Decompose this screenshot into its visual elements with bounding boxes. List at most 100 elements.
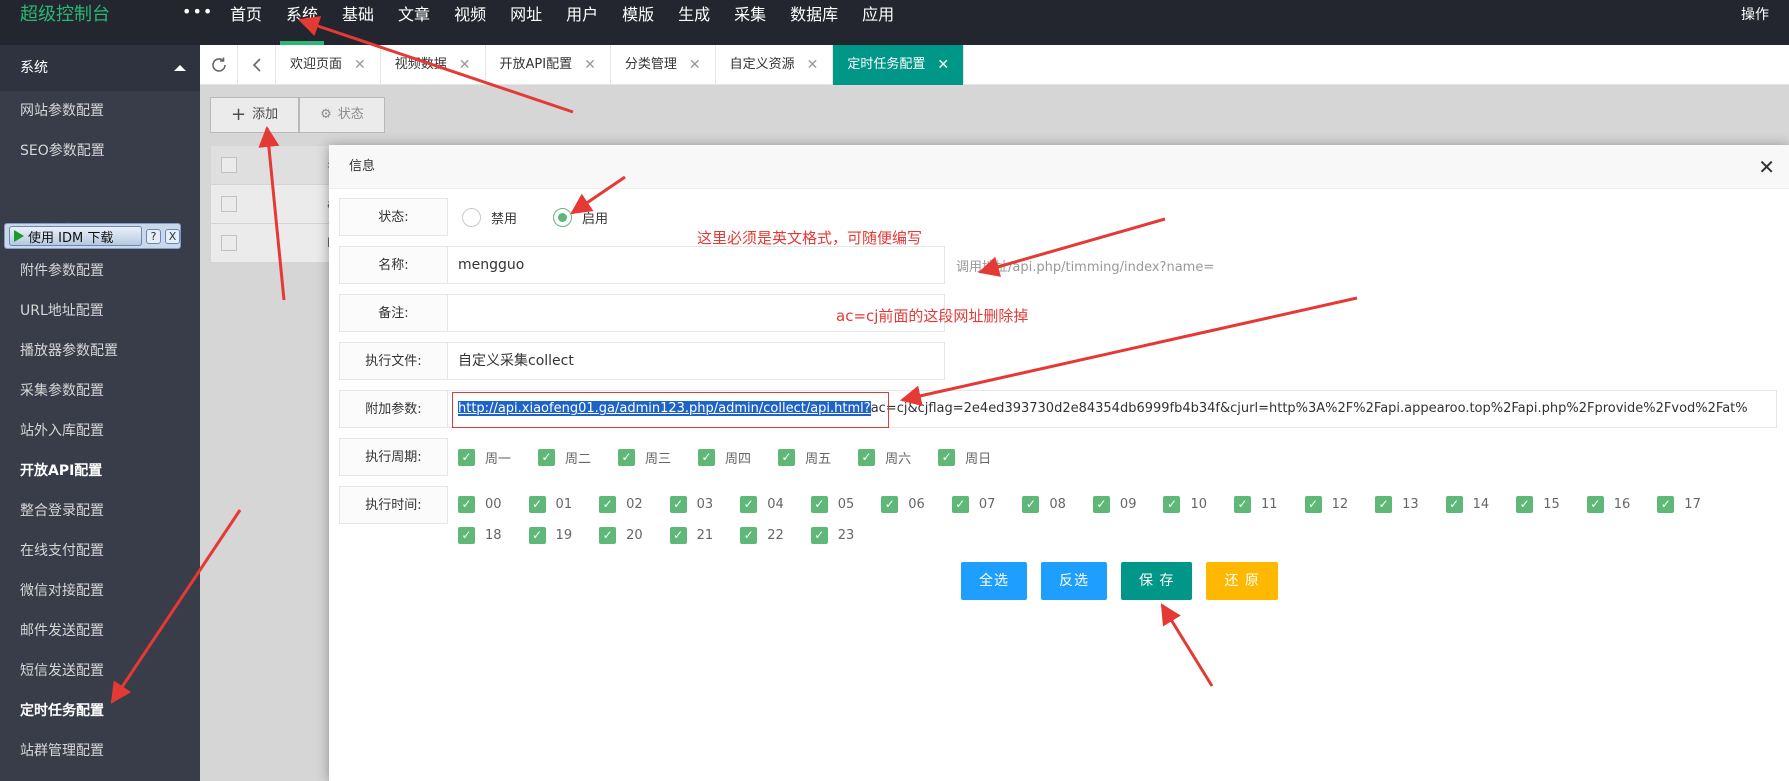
tab-close-icon[interactable]: ✕ bbox=[689, 45, 701, 85]
nav-generate[interactable]: 生成 bbox=[666, 0, 722, 45]
modal-title: 信息 bbox=[349, 159, 376, 174]
hour-checkbox[interactable]: ✓ 22 bbox=[740, 527, 784, 544]
tab-open-api[interactable]: 开放API配置 ✕ bbox=[486, 45, 611, 85]
tab-close-icon[interactable]: ✕ bbox=[937, 45, 949, 85]
weekday-checkbox[interactable]: ✓ 周一 bbox=[458, 448, 511, 467]
radio-disabled[interactable]: 禁用 bbox=[462, 207, 517, 227]
hour-label: 14 bbox=[1472, 497, 1490, 512]
hour-checkbox[interactable]: ✓ 08 bbox=[1022, 496, 1066, 513]
nav-template[interactable]: 模版 bbox=[610, 0, 666, 45]
hour-checkbox[interactable]: ✓ 13 bbox=[1375, 496, 1419, 513]
weekday-label: 周五 bbox=[805, 451, 832, 467]
nav-basic[interactable]: 基础 bbox=[330, 0, 386, 45]
sidebar-item-attachment[interactable]: 附件参数配置 bbox=[0, 251, 200, 291]
weekday-checkbox[interactable]: ✓ 周四 bbox=[698, 448, 751, 467]
tab-category[interactable]: 分类管理 ✕ bbox=[611, 45, 716, 85]
status-row: 状态: 禁用 启用 bbox=[339, 198, 608, 236]
select-all-button[interactable]: 全选 bbox=[961, 562, 1027, 600]
highlight-box bbox=[452, 392, 889, 428]
nav-database[interactable]: 数据库 bbox=[778, 0, 850, 45]
hour-checkbox[interactable]: ✓ 07 bbox=[951, 496, 995, 513]
sidebar-item-login[interactable]: 整合登录配置 bbox=[0, 491, 200, 531]
tab-label: 视频数据 bbox=[394, 57, 447, 72]
reset-button[interactable]: 还 原 bbox=[1206, 562, 1278, 600]
hour-checkbox[interactable]: ✓ 16 bbox=[1586, 496, 1630, 513]
hour-checkbox[interactable]: ✓ 15 bbox=[1516, 496, 1560, 513]
weekday-checkbox[interactable]: ✓ 周二 bbox=[538, 448, 591, 467]
tab-close-icon[interactable]: ✕ bbox=[584, 45, 596, 85]
hour-checkbox[interactable]: ✓ 18 bbox=[458, 527, 502, 544]
hour-checkbox[interactable]: ✓ 06 bbox=[881, 496, 925, 513]
sidebar-item-email[interactable]: 邮件发送配置 bbox=[0, 611, 200, 651]
nav-user[interactable]: 用户 bbox=[554, 0, 610, 45]
hour-checkbox[interactable]: ✓ 23 bbox=[810, 527, 854, 544]
checkmark-icon: ✓ bbox=[881, 496, 899, 513]
sidebar-item-wechat[interactable]: 微信对接配置 bbox=[0, 571, 200, 611]
hour-checkbox[interactable]: ✓ 12 bbox=[1304, 496, 1348, 513]
week-row: 执行周期: ✓ 周一 ✓ 周二 ✓ 周三 ✓ 周四 ✓ 周五 ✓ 周六 ✓ 周日 bbox=[339, 438, 1018, 476]
checkmark-icon: ✓ bbox=[528, 496, 546, 513]
nav-apps[interactable]: 应用 bbox=[850, 0, 906, 45]
hour-checkbox[interactable]: ✓ 21 bbox=[669, 527, 713, 544]
hour-checkbox[interactable]: ✓ 02 bbox=[599, 496, 643, 513]
sidebar-item-timer-task[interactable]: 定时任务配置 bbox=[0, 691, 200, 731]
file-select[interactable]: 自定义采集collect bbox=[448, 342, 945, 380]
hour-checkbox[interactable]: ✓ 09 bbox=[1092, 496, 1136, 513]
sidebar-item-open-api[interactable]: 开放API配置 bbox=[0, 451, 200, 491]
tab-close-icon[interactable]: ✕ bbox=[354, 45, 366, 85]
sidebar-item-url[interactable]: URL地址配置 bbox=[0, 291, 200, 331]
hour-checkbox[interactable]: ✓ 20 bbox=[599, 527, 643, 544]
chevron-left-icon[interactable] bbox=[238, 45, 276, 85]
sidebar-item-sms[interactable]: 短信发送配置 bbox=[0, 651, 200, 691]
hour-checkbox[interactable]: ✓ 17 bbox=[1657, 496, 1701, 513]
sidebar-item-payment[interactable]: 在线支付配置 bbox=[0, 531, 200, 571]
idm-download-button[interactable]: 使用 IDM 下载 bbox=[9, 226, 142, 246]
tab-custom-resource[interactable]: 自定义资源 ✕ bbox=[716, 45, 834, 85]
nav-article[interactable]: 文章 bbox=[386, 0, 442, 45]
hour-checkbox[interactable]: ✓ 04 bbox=[740, 496, 784, 513]
nav-website[interactable]: 网址 bbox=[498, 0, 554, 45]
tab-timer-task[interactable]: 定时任务配置 ✕ bbox=[833, 45, 965, 85]
refresh-icon[interactable] bbox=[200, 45, 238, 85]
nav-video[interactable]: 视频 bbox=[442, 0, 498, 45]
weekday-checkbox[interactable]: ✓ 周六 bbox=[858, 448, 911, 467]
nav-collect[interactable]: 采集 bbox=[722, 0, 778, 45]
app-logo[interactable]: 超级控制台 bbox=[20, 0, 110, 30]
operations-menu[interactable]: 操作 bbox=[1741, 0, 1769, 30]
sidebar-item-collect[interactable]: 采集参数配置 bbox=[0, 371, 200, 411]
hour-checkbox[interactable]: ✓ 05 bbox=[810, 496, 854, 513]
weekday-checkbox[interactable]: ✓ 周五 bbox=[778, 448, 831, 467]
close-icon[interactable]: X bbox=[165, 228, 180, 244]
tab-close-icon[interactable]: ✕ bbox=[807, 45, 819, 85]
tab-close-icon[interactable]: ✕ bbox=[459, 45, 471, 85]
weekday-checkbox[interactable]: ✓ 周日 bbox=[938, 448, 991, 467]
sidebar-item-site-group[interactable]: 站群管理配置 bbox=[0, 731, 200, 771]
hour-checkbox[interactable]: ✓ 03 bbox=[669, 496, 714, 513]
sidebar-item-player[interactable]: 播放器参数配置 bbox=[0, 331, 200, 371]
hour-checkbox[interactable]: ✓ 00 bbox=[458, 496, 502, 513]
tab-welcome[interactable]: 欢迎页面 ✕ bbox=[276, 45, 381, 85]
sidebar-item-site-params[interactable]: 网站参数配置 bbox=[0, 91, 200, 131]
nav-home[interactable]: 首页 bbox=[218, 0, 274, 45]
radio-enabled[interactable]: 启用 bbox=[553, 207, 608, 227]
weekday-checkbox[interactable]: ✓ 周三 bbox=[618, 448, 671, 467]
hour-checkbox[interactable]: ✓ 14 bbox=[1445, 496, 1490, 513]
more-menu-icon[interactable]: ••• bbox=[182, 2, 213, 21]
sidebar-header-system[interactable]: 系统 bbox=[0, 45, 200, 91]
hour-checkbox[interactable]: ✓ 01 bbox=[528, 496, 572, 513]
modal-close-icon[interactable]: ✕ bbox=[1758, 145, 1775, 189]
sidebar-item-seo-params[interactable]: SEO参数配置 bbox=[0, 131, 200, 171]
action-buttons: 全选 反选 保 存 还 原 bbox=[961, 562, 1278, 600]
nav-system[interactable]: 系统 bbox=[274, 0, 330, 45]
hour-label: 03 bbox=[696, 497, 714, 512]
hour-checkbox[interactable]: ✓ 11 bbox=[1234, 496, 1278, 513]
name-input[interactable]: mengguo bbox=[448, 246, 945, 284]
save-button[interactable]: 保 存 bbox=[1121, 562, 1193, 600]
help-icon[interactable]: ? bbox=[146, 228, 161, 244]
tab-video-data[interactable]: 视频数据 ✕ bbox=[381, 45, 486, 85]
hour-checkbox[interactable]: ✓ 19 bbox=[528, 527, 572, 544]
invert-selection-button[interactable]: 反选 bbox=[1041, 562, 1107, 600]
week-label: 执行周期: bbox=[339, 438, 448, 476]
hour-checkbox[interactable]: ✓ 10 bbox=[1163, 496, 1207, 513]
sidebar-item-import[interactable]: 站外入库配置 bbox=[0, 411, 200, 451]
